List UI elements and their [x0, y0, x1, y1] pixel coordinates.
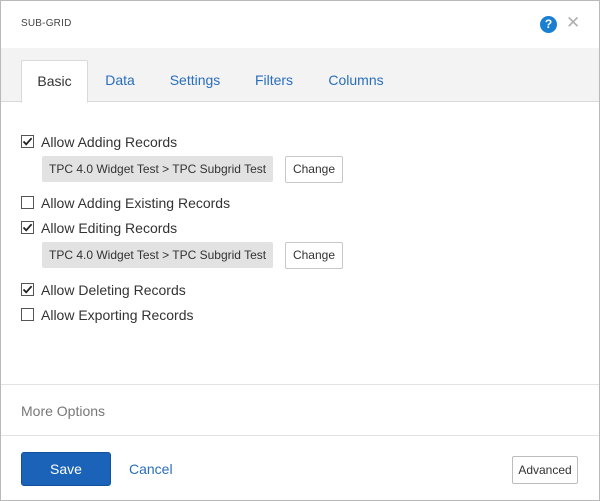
- change-editing-target-button[interactable]: Change: [285, 242, 343, 269]
- allow-exporting-records-label: Allow Exporting Records: [41, 307, 194, 323]
- close-icon[interactable]: ✕: [566, 13, 580, 33]
- allow-deleting-records-checkbox[interactable]: [21, 283, 34, 296]
- allow-adding-records-checkbox[interactable]: [21, 135, 34, 148]
- save-button[interactable]: Save: [21, 452, 111, 486]
- question-circle-icon[interactable]: ?: [540, 16, 557, 33]
- tab-basic[interactable]: Basic: [21, 60, 88, 103]
- allow-adding-existing-records-checkbox[interactable]: [21, 196, 34, 209]
- sub-grid-dialog: SUB-GRID ? ✕ Basic Data Settings Filters…: [0, 0, 600, 501]
- allow-editing-records-label: Allow Editing Records: [41, 220, 178, 236]
- allow-adding-records-label: Allow Adding Records: [41, 134, 178, 150]
- change-adding-target-button[interactable]: Change: [285, 156, 343, 183]
- tab-columns[interactable]: Columns: [319, 60, 393, 101]
- tab-bar: Basic Data Settings Filters Columns: [1, 48, 599, 103]
- checkmark-icon: [22, 223, 33, 232]
- more-options-toggle[interactable]: More Options: [21, 403, 105, 419]
- tab-settings[interactable]: Settings: [161, 60, 229, 101]
- section-divider: [1, 384, 599, 385]
- footer-divider: [1, 435, 599, 436]
- cancel-link[interactable]: Cancel: [129, 461, 173, 477]
- allow-exporting-records-checkbox[interactable]: [21, 308, 34, 321]
- allow-deleting-records-label: Allow Deleting Records: [41, 282, 186, 298]
- tab-data[interactable]: Data: [97, 60, 143, 101]
- advanced-button[interactable]: Advanced: [512, 456, 578, 484]
- checkmark-icon: [22, 137, 33, 146]
- editing-target-form: TPC 4.0 Widget Test > TPC Subgrid Test: [42, 242, 274, 268]
- allow-adding-existing-records-label: Allow Adding Existing Records: [41, 195, 231, 211]
- allow-editing-records-checkbox[interactable]: [21, 221, 34, 234]
- checkmark-icon: [22, 285, 33, 294]
- dialog-title: SUB-GRID: [21, 18, 72, 29]
- dialog-header: SUB-GRID ? ✕: [1, 1, 599, 48]
- tab-filters[interactable]: Filters: [247, 60, 301, 101]
- adding-target-form: TPC 4.0 Widget Test > TPC Subgrid Test: [42, 156, 274, 182]
